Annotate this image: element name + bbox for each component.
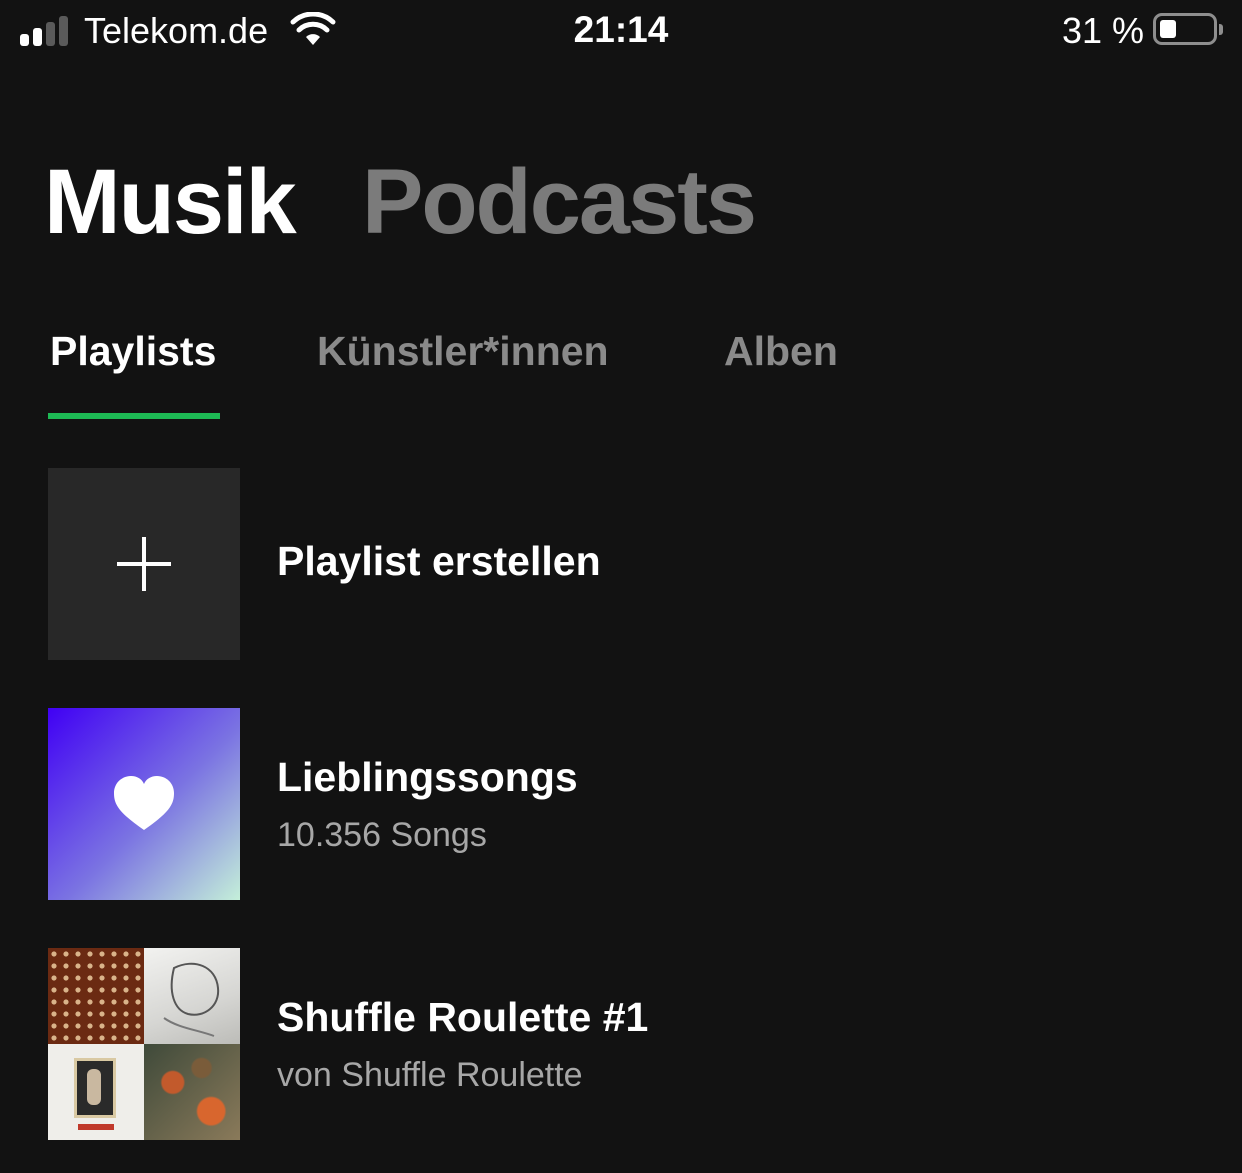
subtab-artists[interactable]: Künstler*innen: [317, 328, 609, 375]
battery-tip: [1219, 24, 1223, 35]
playlist-subtitle: 10.356 Songs: [277, 816, 487, 854]
album-art-4: [144, 1044, 240, 1140]
heart-icon: [114, 776, 174, 830]
active-tab-indicator: [48, 413, 220, 419]
album-art-3: [48, 1044, 144, 1140]
subtab-albums[interactable]: Alben: [724, 328, 838, 375]
tab-musik[interactable]: Musik: [44, 150, 297, 255]
liked-songs-cover: [48, 708, 240, 900]
status-bar: Telekom.de 21:14 31 %: [0, 0, 1242, 64]
clock: 21:14: [573, 9, 669, 50]
create-playlist-row[interactable]: Playlist erstellen: [48, 468, 1198, 660]
album-art-2: [144, 948, 240, 1044]
playlist-title: Shuffle Roulette #1: [277, 994, 649, 1040]
tab-podcasts[interactable]: Podcasts: [362, 150, 757, 255]
battery-icon: [1153, 13, 1217, 45]
battery-percentage: 31 %: [1061, 10, 1144, 51]
playlist-row-shuffle-roulette[interactable]: Shuffle Roulette #1 von Shuffle Roulette: [48, 948, 1198, 1140]
playlist-row-liked-songs[interactable]: Lieblingssongs 10.356 Songs: [48, 708, 1198, 900]
playlist-subtitle: von Shuffle Roulette: [277, 1056, 583, 1094]
playlist-cover-mosaic: [48, 948, 240, 1140]
create-playlist-thumb: [48, 468, 240, 660]
playlist-title: Lieblingssongs: [277, 754, 578, 800]
create-playlist-label: Playlist erstellen: [277, 538, 601, 584]
plus-icon: [117, 537, 171, 591]
album-art-1: [48, 948, 144, 1044]
subtab-playlists[interactable]: Playlists: [50, 328, 216, 375]
